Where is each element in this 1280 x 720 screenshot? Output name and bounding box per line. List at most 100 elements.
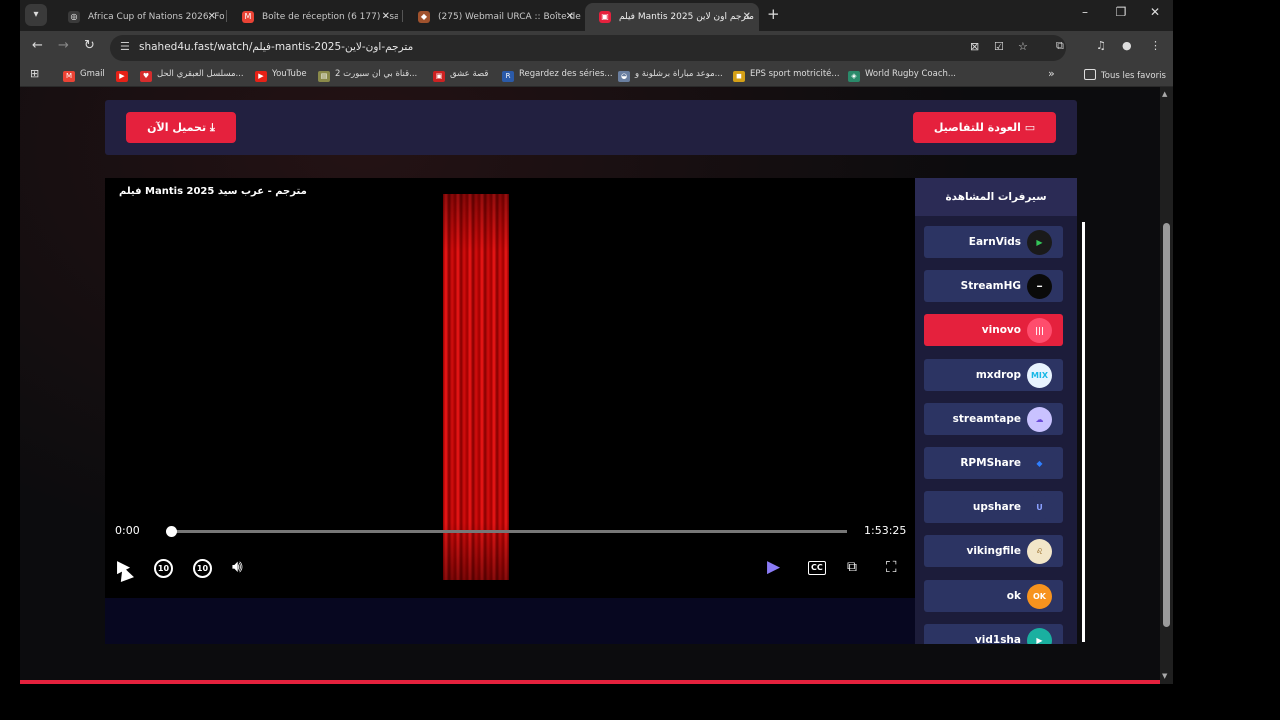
minimize-button[interactable]: – [1070,5,1100,19]
bookmark-barcelona-match[interactable]: ◒ موعد مباراة برشلونة و... [618,69,723,82]
page-scrollbar[interactable]: ▲ ▼ [1160,87,1173,684]
folder-icon [1084,69,1096,80]
progress-knob[interactable] [166,526,177,537]
bookmark-star-icon[interactable]: ☆ [1018,40,1028,53]
rewind-10-icon[interactable]: 10 [154,559,173,578]
bookmark-youtube[interactable]: ▶ YouTube [255,69,307,82]
apps-grid-icon[interactable]: ⊞ [30,67,39,80]
bookmark-qissat-ishq[interactable]: ▣ قصة عشق [433,69,488,82]
server-name: mxdrop [975,368,1021,381]
close-tab-icon[interactable]: ✕ [382,3,390,31]
cast-blocked-icon[interactable]: ⊠ [970,40,979,53]
cast-brand-icon[interactable]: ▶ [767,557,780,577]
r-icon: R [502,71,514,82]
browser-window: ▾ ◎ Africa Cup of Nations 2026, Foo ✕ M … [20,0,1173,684]
cloud-play-icon: ☁ [1027,406,1052,432]
tab-webmail-urca[interactable]: ◆ (275) Webmail URCA :: Boîte de ✕ [404,3,582,31]
bookmark-gmail[interactable]: M Gmail [63,69,105,82]
picture-in-picture-icon[interactable]: ⧉ [847,557,857,577]
red-curtain-frame [443,194,509,580]
close-tab-icon[interactable]: ✕ [208,3,216,31]
all-bookmarks-folder[interactable]: Tous les favoris [1084,69,1166,81]
scroll-up-icon[interactable]: ▲ [1162,90,1167,98]
fullscreen-icon[interactable]: ⛶ [886,557,897,577]
progress-bar[interactable] [166,526,847,537]
server-list: EarnVids ▶ StreamHG ━ vinovo ||| mxdrop MIX stre… [915,216,1077,644]
server-button-vinovo[interactable]: vinovo ||| [924,314,1063,347]
eps-icon: ◼ [733,71,745,82]
tab-africa-cup[interactable]: ◎ Africa Cup of Nations 2026, Foo ✕ [54,3,224,31]
address-bar[interactable]: ☰ shahed4u.fast/watch/فيلم-mantis-2025-م… [110,35,1066,61]
server-button-earnvids[interactable]: EarnVids ▶ [924,226,1063,258]
scroll-down-icon[interactable]: ▼ [1162,672,1167,680]
ghost-icon: ◒ [618,71,630,82]
tab-mantis-watch[interactable]: ▣ فيلم Mantis 2025 مترجم اون لاين ✕ [585,3,759,31]
server-name: streamtape [952,412,1021,425]
tv-icon: ▤ [318,71,330,82]
install-app-icon[interactable]: ☑ [994,40,1004,53]
server-button-upshare[interactable]: upshare U [924,491,1063,524]
upshare-logo-icon: U [1027,495,1052,521]
volume-icon[interactable]: 🔊︎ [232,557,243,577]
download-now-button[interactable]: تحميل الآن ⤓ [126,112,236,143]
new-tab-button[interactable]: + [767,5,780,23]
site-icon: ▣ [433,71,445,82]
site-favicon-icon: ▣ [599,11,611,23]
tab-gmail-inbox[interactable]: M Boîte de réception (6 177) - sab ✕ [228,3,398,31]
bookmarks-overflow-icon[interactable]: » [1048,67,1055,80]
server-button-mxdrop[interactable]: mxdrop MIX [924,358,1063,391]
close-tab-icon[interactable]: ✕ [566,3,574,31]
server-button-vikingfile[interactable]: vikingfile ♌ [924,535,1063,568]
watch-top-bar: تحميل الآن ⤓ العودة للتفاصيل ▭ [105,100,1077,155]
server-button-ok[interactable]: ok OK [924,579,1063,612]
streamhg-logo-icon: ━ [1027,274,1052,300]
webmail-favicon-icon: ◆ [418,11,430,23]
soundwave-icon: ||| [1027,318,1052,344]
servers-panel: سيرفرات المشاهدة EarnVids ▶ StreamHG ━ vinov… [915,178,1077,644]
site-info-icon[interactable]: ☰ [120,40,130,53]
bookmark-regardez-series[interactable]: R Regardez des séries... [502,69,613,82]
tab-title: Africa Cup of Nations 2026, Foo [88,12,224,22]
bottom-accent-line [20,680,1160,684]
close-tab-icon[interactable]: ✕ [743,3,751,31]
vid-play-icon: ▶ [1027,627,1052,644]
gmail-favicon-icon: M [242,11,254,23]
mix-icon: MIX [1027,362,1052,388]
page-viewport: تحميل الآن ⤓ العودة للتفاصيل ▭ فيلم Mant… [20,87,1173,684]
forward-10-icon[interactable]: 10 [193,559,212,578]
close-window-button[interactable]: ✕ [1140,5,1170,19]
back-to-details-button[interactable]: العودة للتفاصيل ▭ [913,112,1056,143]
maximize-button[interactable]: ❐ [1106,5,1136,19]
server-list-scrollbar[interactable] [1082,222,1085,642]
url-text[interactable]: shahed4u.fast/watch/فيلم-mantis-2025-متر… [139,41,413,53]
reload-icon[interactable]: ↻ [84,38,95,53]
forward-arrow-icon[interactable]: → [58,38,69,53]
duration-time: 1:53:25 [864,524,907,537]
media-controls-icon[interactable]: ♫ [1096,39,1106,52]
play-circle-icon: ▶ [1027,230,1052,255]
bookmark-eps-sport[interactable]: ◼ EPS sport motricité... [733,69,840,82]
rugby-icon: ◈ [848,71,860,82]
back-arrow-icon[interactable]: ← [32,38,43,53]
odnoklassniki-icon: OK [1027,583,1052,609]
server-name: vid1sha [974,633,1021,644]
server-name: vinovo [981,324,1021,337]
bookmark-bein-sport[interactable]: ▤ قناة بي ان سبورت 2... [318,69,417,82]
server-button-streamtape[interactable]: streamtape ☁ [924,402,1063,435]
server-button-vid1sha[interactable]: vid1sha ▶ [924,623,1063,644]
server-name: vikingfile [966,545,1021,558]
bookmark-series-genius[interactable]: ♥ مسلسل العبقري الحل... [140,69,244,82]
bookmark-youtube-channel[interactable]: ▶ [116,69,133,82]
scrollbar-thumb[interactable] [1163,223,1170,627]
bookmark-world-rugby[interactable]: ◈ World Rugby Coach... [848,69,956,82]
monitor-icon: ▭ [1024,121,1036,134]
server-button-streamhg[interactable]: StreamHG ━ [924,270,1063,303]
tab-search-dropdown-icon[interactable]: ▾ [25,4,47,26]
profile-avatar-icon[interactable]: ● [1122,39,1132,52]
server-button-rpmshare[interactable]: RPMShare ◆ [924,447,1063,479]
extensions-icon[interactable]: ⧉ [1056,39,1064,53]
current-time: 0:00 [115,524,140,537]
video-player[interactable]: فيلم Mantis 2025 مترجم - عرب سيد 0:00 1:… [105,178,915,598]
captions-icon[interactable]: CC [808,561,826,575]
menu-kebab-icon[interactable]: ⋮ [1150,39,1161,52]
